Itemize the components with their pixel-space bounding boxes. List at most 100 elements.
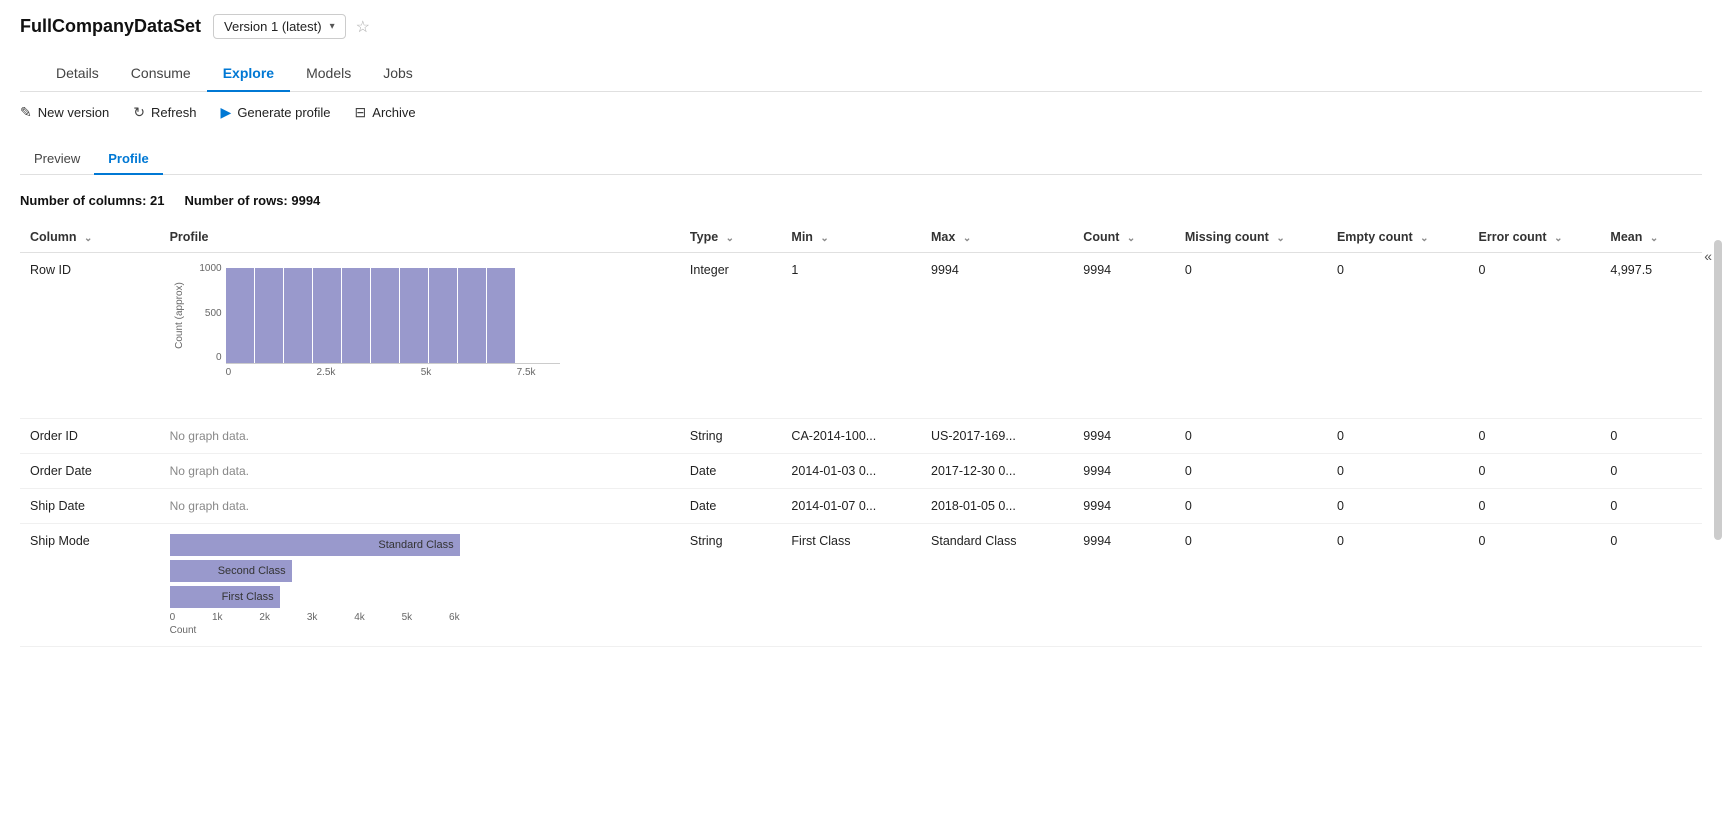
- cell-missing-count: 0: [1175, 454, 1327, 489]
- cell-count: 9994: [1073, 489, 1175, 524]
- bar-fill: First Class: [170, 586, 280, 608]
- scrollbar[interactable]: [1714, 240, 1722, 540]
- histogram-bar: [255, 268, 283, 363]
- th-min[interactable]: Min ⌄: [781, 222, 921, 253]
- th-count[interactable]: Count ⌄: [1073, 222, 1175, 253]
- cell-type: String: [680, 524, 782, 647]
- tab-details[interactable]: Details: [40, 55, 115, 91]
- toolbar: ✎ New version ↻ Refresh ▶ Generate profi…: [0, 92, 1722, 133]
- cell-empty-count: 0: [1327, 419, 1469, 454]
- histogram-bar: [458, 268, 486, 363]
- th-error-count[interactable]: Error count ⌄: [1469, 222, 1601, 253]
- cell-empty-count: 0: [1327, 454, 1469, 489]
- th-max[interactable]: Max ⌄: [921, 222, 1073, 253]
- table-row: Ship Date No graph data. Date2014-01-07 0.…: [20, 489, 1702, 524]
- table-row: Row IDCount (approx)1000500002.5k5k7.5kI…: [20, 253, 1702, 419]
- cell-missing-count: 0: [1175, 419, 1327, 454]
- histogram-bar: [313, 268, 341, 363]
- nav-tab-bar: Details Consume Explore Models Jobs: [20, 55, 1702, 92]
- table-row: Order DateNo graph data.Date2014-01-03 0…: [20, 454, 1702, 489]
- th-type[interactable]: Type ⌄: [680, 222, 782, 253]
- histogram-bar: [429, 268, 457, 363]
- no-graph-label: No graph data.: [170, 499, 249, 513]
- num-columns: Number of columns: 21: [20, 193, 164, 208]
- table-row: Ship ModeStandard ClassSecond ClassFirst…: [20, 524, 1702, 647]
- th-column[interactable]: Column ⌄: [20, 222, 160, 253]
- cell-error-count: 0: [1469, 253, 1601, 419]
- sort-icon-column: ⌄: [84, 233, 92, 244]
- dataset-stats: Number of columns: 21 Number of rows: 99…: [20, 185, 1702, 222]
- cell-profile: No graph data.: [160, 489, 680, 524]
- tab-jobs[interactable]: Jobs: [367, 55, 429, 91]
- cell-error-count: 0: [1469, 524, 1601, 647]
- cell-error-count: 0: [1469, 419, 1601, 454]
- cell-type: Date: [680, 489, 782, 524]
- histogram-bar: [342, 268, 370, 363]
- cell-missing-count: 0: [1175, 524, 1327, 647]
- subtab-profile[interactable]: Profile: [94, 143, 162, 174]
- cell-mean: 0: [1600, 454, 1702, 489]
- cell-min: 2014-01-07 0...: [781, 489, 921, 524]
- sort-icon-mean: ⌄: [1650, 233, 1658, 244]
- cell-min: 2014-01-03 0...: [781, 454, 921, 489]
- cell-profile: Count (approx)1000500002.5k5k7.5k: [160, 253, 680, 419]
- cell-mean: 0: [1600, 419, 1702, 454]
- refresh-button[interactable]: ↻ Refresh: [133, 104, 196, 121]
- favorite-star-icon[interactable]: ☆: [356, 17, 370, 37]
- cell-count: 9994: [1073, 253, 1175, 419]
- sub-tab-bar: Preview Profile: [20, 143, 1702, 175]
- version-dropdown[interactable]: Version 1 (latest) ▾: [213, 14, 346, 39]
- th-mean[interactable]: Mean ⌄: [1600, 222, 1702, 253]
- cell-profile: Standard ClassSecond ClassFirst Class01k…: [160, 524, 680, 647]
- subtab-preview[interactable]: Preview: [20, 143, 94, 174]
- tab-explore[interactable]: Explore: [207, 55, 290, 91]
- cell-mean: 0: [1600, 489, 1702, 524]
- sort-icon-empty: ⌄: [1420, 233, 1428, 244]
- tab-consume[interactable]: Consume: [115, 55, 207, 91]
- cell-empty-count: 0: [1327, 524, 1469, 647]
- sort-icon-error: ⌄: [1554, 233, 1562, 244]
- bar-fill: Standard Class: [170, 534, 460, 556]
- sort-icon-min: ⌄: [820, 233, 828, 244]
- histogram-bar: [487, 268, 515, 363]
- generate-profile-icon: ▶: [221, 104, 232, 121]
- cell-error-count: 0: [1469, 489, 1601, 524]
- cell-mean: 0: [1600, 524, 1702, 647]
- cell-missing-count: 0: [1175, 253, 1327, 419]
- th-empty-count[interactable]: Empty count ⌄: [1327, 222, 1469, 253]
- cell-type: String: [680, 419, 782, 454]
- cell-min: First Class: [781, 524, 921, 647]
- th-missing-count[interactable]: Missing count ⌄: [1175, 222, 1327, 253]
- new-version-icon: ✎: [20, 104, 32, 121]
- generate-profile-button[interactable]: ▶ Generate profile: [221, 104, 331, 121]
- cell-empty-count: 0: [1327, 253, 1469, 419]
- tab-models[interactable]: Models: [290, 55, 367, 91]
- cell-count: 9994: [1073, 419, 1175, 454]
- cell-max: US-2017-169...: [921, 419, 1073, 454]
- no-graph-label: No graph data.: [170, 464, 249, 478]
- bar-chart-x-label: Count: [170, 625, 460, 636]
- cell-count: 9994: [1073, 454, 1175, 489]
- cell-column-name: Row ID: [20, 253, 160, 419]
- chevron-down-icon: ▾: [330, 21, 335, 32]
- table-row: Order IDNo graph data.StringCA-2014-100.…: [20, 419, 1702, 454]
- sort-icon-max: ⌄: [963, 233, 971, 244]
- app-title: FullCompanyDataSet: [20, 16, 201, 37]
- bar-fill: Second Class: [170, 560, 292, 582]
- histogram-bar: [226, 268, 254, 363]
- histogram-bar: [371, 268, 399, 363]
- histogram-bar: [400, 268, 428, 363]
- cell-column-name: Order ID: [20, 419, 160, 454]
- cell-mean: 4,997.5: [1600, 253, 1702, 419]
- cell-column-name: Ship Date: [20, 489, 160, 524]
- new-version-button[interactable]: ✎ New version: [20, 104, 109, 121]
- sort-icon-missing: ⌄: [1276, 233, 1284, 244]
- no-graph-label: No graph data.: [170, 429, 249, 443]
- collapse-panel-button[interactable]: «: [1704, 248, 1712, 264]
- cell-max: 2018-01-05 0...: [921, 489, 1073, 524]
- cell-error-count: 0: [1469, 454, 1601, 489]
- archive-button[interactable]: ⊟ Archive: [355, 104, 416, 121]
- cell-missing-count: 0: [1175, 489, 1327, 524]
- y-axis-label: Count (approx): [170, 263, 190, 368]
- cell-max: Standard Class: [921, 524, 1073, 647]
